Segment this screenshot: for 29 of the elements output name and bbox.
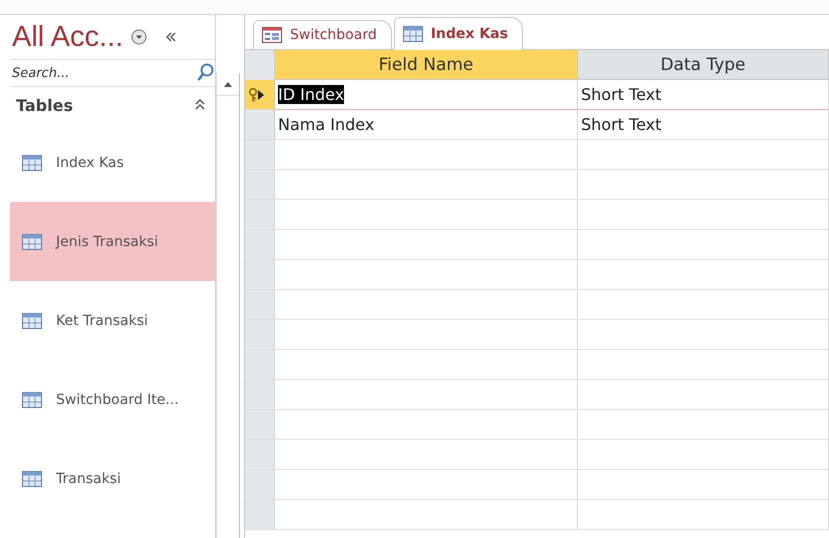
dropdown-icon[interactable]	[131, 29, 148, 45]
document-tab[interactable]: Index Kas	[394, 17, 523, 50]
search-field[interactable]: Search...	[10, 66, 197, 80]
table-icon	[22, 154, 42, 170]
document-tab[interactable]: Switchboard	[253, 20, 392, 49]
nav-item[interactable]: Index Kas	[10, 123, 215, 202]
table-icon	[22, 392, 42, 408]
column-header[interactable]: Data Type	[578, 50, 829, 80]
collapse-icon[interactable]	[165, 31, 178, 43]
chevron-icon[interactable]	[195, 99, 205, 111]
table-cell[interactable]: Short Text	[578, 80, 829, 110]
group-header[interactable]: Tables	[10, 87, 215, 123]
nav-item[interactable]: Jenis Transaksi	[10, 202, 215, 281]
column-header[interactable]: Field Name	[275, 50, 578, 80]
group-label: Tables	[16, 96, 73, 114]
table-icon	[22, 470, 42, 486]
table-icon	[402, 26, 423, 42]
nav-item[interactable]: Transaksi	[10, 439, 215, 518]
table-icon	[22, 234, 42, 250]
current-row-icon	[258, 90, 264, 100]
row-selector[interactable]	[245, 80, 275, 110]
pane-title: All Acc...	[12, 20, 124, 54]
table-cell[interactable]: ID Index	[275, 80, 578, 110]
form-icon	[262, 27, 282, 43]
search-icon[interactable]	[197, 63, 215, 83]
nav-item[interactable]: Ket Transaksi	[10, 281, 215, 360]
table-icon	[22, 312, 42, 328]
key-icon	[248, 88, 258, 102]
nav-item[interactable]: Switchboard Ite...	[10, 360, 215, 439]
